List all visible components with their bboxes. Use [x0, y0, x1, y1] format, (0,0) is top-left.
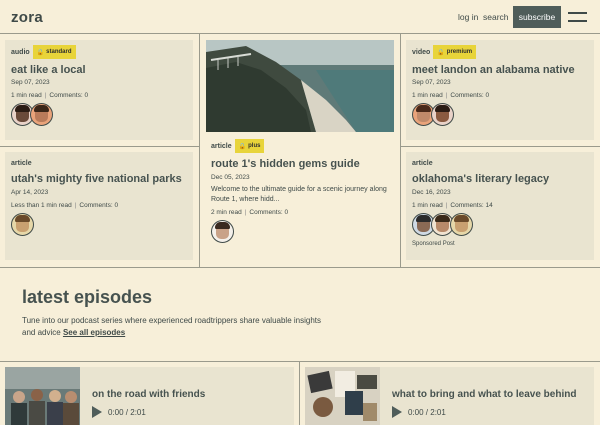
episode-card[interactable]: on the road with friends 0:00 / 2:01 — [5, 367, 294, 425]
card-meta: 1 min read | Comments: 0 — [412, 92, 490, 99]
episode-title[interactable]: what to bring and what to leave behind — [392, 389, 576, 400]
card-type: video — [412, 48, 431, 56]
episode-thumbnail[interactable] — [5, 367, 80, 425]
grid-divider — [199, 34, 200, 267]
audio-player: 0:00 / 2:01 — [92, 406, 146, 418]
article-image[interactable] — [206, 40, 394, 132]
site-header: zora log in search subscribe — [0, 0, 600, 34]
comment-count: Comments: 0 — [79, 202, 119, 209]
card-date: Dec 05, 2023 — [211, 174, 250, 181]
read-time: 1 min read — [412, 202, 443, 209]
comment-count: Comments: 14 — [450, 202, 493, 209]
episode-time: 0:00 / 2:01 — [408, 407, 446, 417]
coastal-road-photo — [206, 40, 394, 132]
avatar[interactable] — [431, 103, 454, 126]
card-date: Apr 14, 2023 — [11, 189, 49, 196]
avatar[interactable] — [450, 213, 473, 236]
card-type: article — [211, 142, 232, 150]
lock-icon: 🔒 — [238, 143, 247, 150]
episode-card[interactable]: what to bring and what to leave behind 0… — [305, 367, 594, 425]
card-date: Sep 07, 2023 — [11, 79, 50, 86]
article-card[interactable]: video 🔒 premium meet landon an alabama na… — [406, 40, 594, 140]
author-avatars — [11, 213, 182, 236]
login-link[interactable]: log in — [458, 12, 478, 22]
read-time: 2 min read — [211, 209, 242, 216]
card-date: Sep 07, 2023 — [412, 79, 451, 86]
site-logo[interactable]: zora — [11, 9, 43, 26]
comment-count: Comments: 0 — [450, 92, 490, 99]
menu-icon[interactable] — [568, 12, 587, 22]
author-avatars — [412, 213, 549, 236]
subscribe-button[interactable]: subscribe — [513, 6, 561, 28]
read-time: Less than 1 min read — [11, 202, 72, 209]
avatar[interactable] — [211, 220, 234, 243]
grid-divider — [400, 146, 600, 147]
tier-badge: 🔒 plus — [234, 139, 265, 153]
card-type: audio — [11, 48, 30, 56]
tier-badge: 🔒 standard — [32, 45, 76, 59]
grid-divider — [0, 361, 600, 362]
episode-title[interactable]: on the road with friends — [92, 389, 205, 400]
read-time: 1 min read — [412, 92, 443, 99]
lock-icon: 🔒 — [36, 49, 45, 56]
article-card[interactable]: article 🔒 plus route 1's hidden gems guid… — [211, 139, 395, 243]
card-meta: Less than 1 min read | Comments: 0 — [11, 202, 119, 209]
read-time: 1 min read — [11, 92, 42, 99]
grid-divider — [400, 34, 401, 267]
travel-items-photo — [305, 367, 380, 425]
article-card[interactable]: article utah's mighty five national park… — [5, 152, 193, 260]
comment-count: Comments: 0 — [49, 92, 89, 99]
lock-icon: 🔒 — [437, 49, 445, 56]
play-icon[interactable] — [92, 406, 102, 418]
sponsored-label: Sponsored Post — [412, 241, 455, 247]
grid-divider — [299, 361, 300, 425]
audio-player: 0:00 / 2:01 — [392, 406, 446, 418]
friends-photo — [5, 367, 80, 425]
card-title[interactable]: meet landon an alabama native — [412, 64, 575, 76]
card-date: Dec 16, 2023 — [412, 189, 451, 196]
see-all-episodes-link[interactable]: See all episodes — [63, 328, 125, 337]
card-title[interactable]: route 1's hidden gems guide — [211, 158, 395, 170]
episode-thumbnail[interactable] — [305, 367, 380, 425]
card-title[interactable]: utah's mighty five national parks — [11, 173, 182, 185]
author-avatars — [211, 220, 395, 243]
card-title[interactable]: oklahoma's literary legacy — [412, 173, 549, 185]
comment-count: Comments: 0 — [249, 209, 289, 216]
article-card[interactable]: article oklahoma's literary legacy Dec 1… — [406, 152, 594, 260]
play-icon[interactable] — [392, 406, 402, 418]
card-type: article — [11, 159, 32, 167]
card-description: Welcome to the ultimate guide for a scen… — [211, 186, 387, 203]
section-title: latest episodes — [22, 287, 153, 307]
tier-badge: 🔒 premium — [433, 45, 477, 59]
article-card[interactable]: audio 🔒 standard eat like a local Sep 07,… — [5, 40, 193, 140]
grid-divider — [0, 267, 600, 268]
card-meta: 1 min read | Comments: 0 — [11, 92, 89, 99]
card-type: article — [412, 159, 433, 167]
section-description: Tune into our podcast series where exper… — [22, 316, 321, 337]
author-avatars — [11, 103, 88, 126]
search-link[interactable]: search — [483, 12, 509, 22]
card-meta: 1 min read | Comments: 14 — [412, 202, 493, 209]
card-title[interactable]: eat like a local — [11, 64, 88, 76]
episode-time: 0:00 / 2:01 — [108, 407, 146, 417]
grid-divider — [0, 146, 199, 147]
avatar[interactable] — [30, 103, 53, 126]
avatar[interactable] — [11, 213, 34, 236]
author-avatars — [412, 103, 575, 126]
card-meta: 2 min read | Comments: 0 — [211, 209, 289, 216]
